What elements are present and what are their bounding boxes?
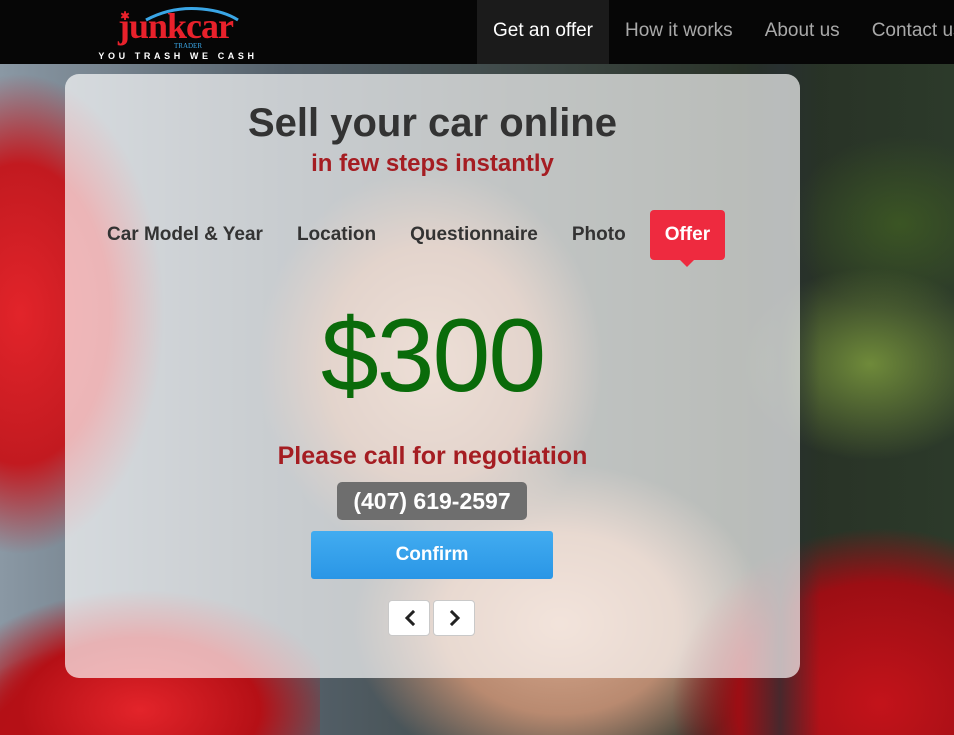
step-photo[interactable]: Photo	[562, 210, 636, 260]
prev-step-button[interactable]	[388, 600, 430, 636]
step-location[interactable]: Location	[287, 210, 386, 260]
chevron-left-icon	[404, 610, 416, 626]
chevron-right-icon	[449, 610, 461, 626]
negotiation-note: Please call for negotiation	[277, 442, 588, 470]
confirm-button[interactable]: Confirm	[311, 531, 553, 579]
logo-tagline: YOU TRASH WE CASH	[98, 51, 258, 61]
brand-logo[interactable]: ✱ junkcar TRADER YOU TRASH WE CASH	[88, 4, 268, 62]
phone-number-badge[interactable]: (407) 619-2597	[337, 482, 527, 520]
nav-item-how-it-works[interactable]: How it works	[609, 0, 749, 64]
step-questionnaire[interactable]: Questionnaire	[400, 210, 548, 260]
wizard-steps: Car Model & Year Location Questionnaire …	[97, 210, 739, 267]
nav-item-get-an-offer[interactable]: Get an offer	[477, 0, 609, 64]
next-step-button[interactable]	[433, 600, 475, 636]
main-nav: Get an offer How it works About us Conta…	[477, 0, 954, 64]
logo-text: junkcar	[118, 6, 234, 46]
step-car-model-year[interactable]: Car Model & Year	[97, 210, 273, 260]
page-title: Sell your car online	[247, 101, 617, 145]
step-offer[interactable]: Offer	[649, 210, 726, 267]
nav-item-contact-us[interactable]: Contact us	[856, 0, 954, 64]
logo-subtext: TRADER	[174, 42, 202, 50]
page: ✱ junkcar TRADER YOU TRASH WE CASH Get a…	[0, 0, 954, 735]
page-subtitle: in few steps instantly	[311, 150, 554, 177]
offer-price: $300	[320, 298, 546, 414]
nav-item-about-us[interactable]: About us	[749, 0, 856, 64]
navbar: ✱ junkcar TRADER YOU TRASH WE CASH Get a…	[0, 0, 954, 64]
